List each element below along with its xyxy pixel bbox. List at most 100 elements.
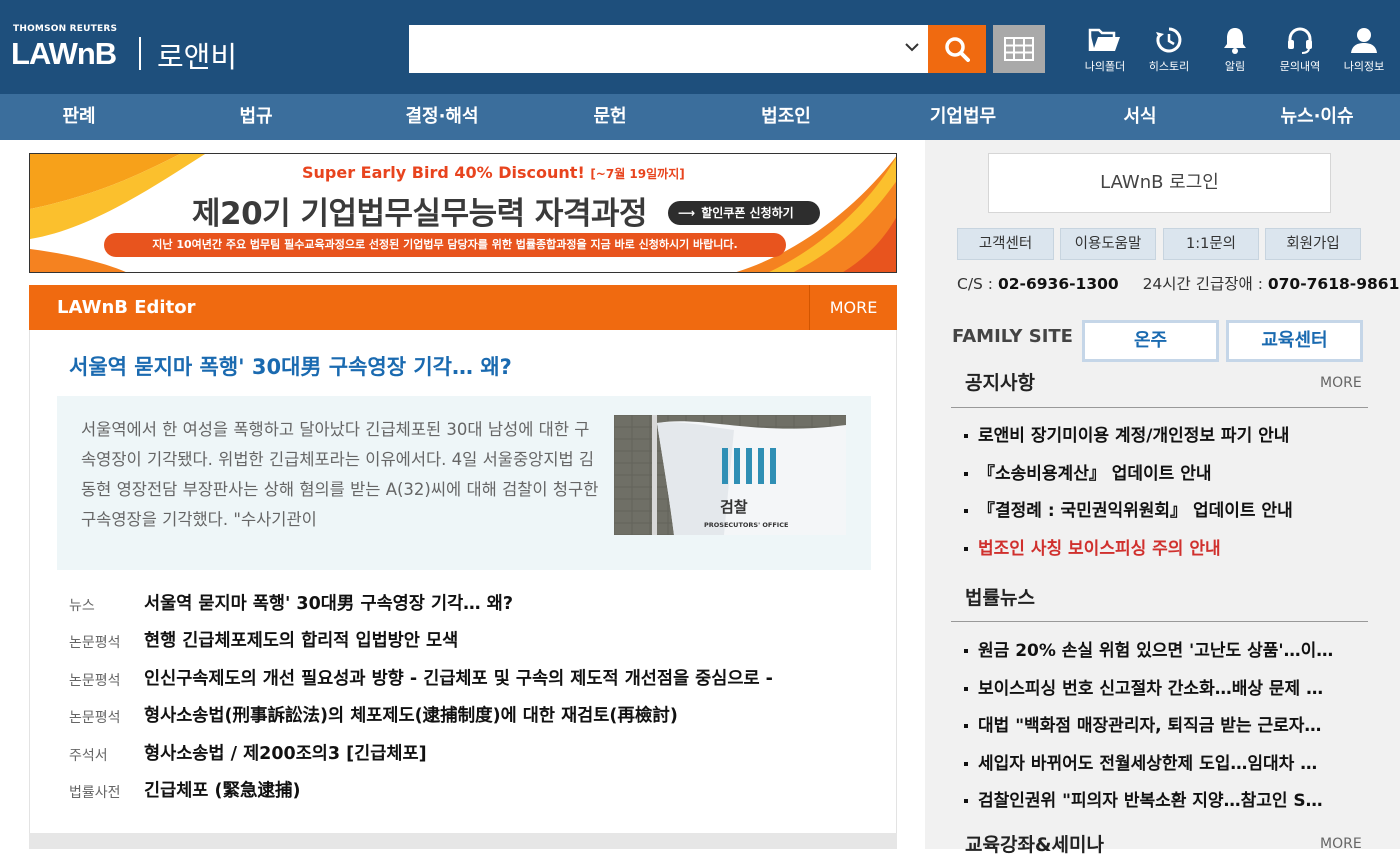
bullet-icon [964, 799, 968, 803]
banner-cta-button[interactable]: ⟶ 할인쿠폰 신청하기 [668, 201, 820, 225]
nav-item-news[interactable]: 뉴스·이슈 [1262, 94, 1372, 140]
grid-icon [1004, 37, 1034, 61]
my-folder-link[interactable]: 나의폴더 [1070, 26, 1140, 74]
bullet-icon [964, 472, 968, 476]
seminar-more-link[interactable]: MORE [1320, 836, 1362, 852]
related-title[interactable]: 긴급체포 (緊急逮捕) [144, 777, 301, 802]
inquiry-history-link[interactable]: 문의내역 [1265, 26, 1335, 74]
search-icon [945, 37, 970, 62]
nav-item-literature[interactable]: 문헌 [570, 94, 650, 140]
notice-item-text: 『결정례 : 국민권익위원회』 업데이트 안내 [978, 501, 1293, 521]
related-category: 논문평석 [69, 635, 121, 651]
inquiry-button[interactable]: 1:1문의 [1163, 228, 1259, 260]
banner-tagline-date: [~7월 19일까지] [590, 167, 685, 181]
news-item[interactable]: 원금 20% 손실 위험 있으면 '고난도 상품'…이… [964, 636, 1356, 661]
notice-item-text: 『소송비용계산』 업데이트 안내 [978, 464, 1212, 484]
editor-headline[interactable]: 서울역 묻지마 폭행' 30대男 구속영장 기각… 왜? [69, 351, 512, 381]
signup-button[interactable]: 회원가입 [1265, 228, 1361, 260]
notice-title: 공지사항 [965, 372, 1035, 394]
notice-item[interactable]: 『소송비용계산』 업데이트 안내 [964, 459, 1356, 484]
related-title[interactable]: 서울역 묻지마 폭행' 30대男 구속영장 기각… 왜? [144, 590, 513, 615]
brand-korean-name[interactable]: 로앤비 [157, 34, 237, 76]
cs-label: C/S : [957, 275, 998, 293]
legal-news-title: 법률뉴스 [965, 587, 1035, 609]
my-folder-label: 나의폴더 [1084, 60, 1126, 73]
search-input[interactable] [409, 25, 928, 73]
bullet-icon [964, 724, 968, 728]
prosecutors-flag-image: 검찰 PROSECUTORS' OFFICE [614, 415, 846, 535]
editor-summary: 서울역에서 한 여성을 폭행하고 달아났다 긴급체포된 30대 남성에 대한 구… [81, 420, 599, 529]
search-button[interactable] [928, 25, 986, 73]
notice-divider [951, 407, 1368, 408]
notice-item[interactable]: 『결정례 : 국민권익위원회』 업데이트 안내 [964, 496, 1356, 521]
chevron-down-icon[interactable] [904, 39, 920, 55]
nav-item-statutes[interactable]: 법규 [216, 94, 296, 140]
family-site-label: FAMILY SITE [952, 326, 1073, 347]
support-phones: C/S : 02-6936-1300 24시간 긴급장애 : 070-7618-… [957, 272, 1399, 294]
flag-sub-text: PROSECUTORS' OFFICE [704, 521, 788, 529]
next-section-edge [29, 833, 897, 849]
related-title[interactable]: 인신구속제도의 개선 필요성과 방향 - 긴급체포 및 구속의 제도적 개선점을… [144, 665, 773, 690]
nav-item-decisions[interactable]: 결정·해석 [382, 94, 502, 140]
news-item[interactable]: 세입자 바뀌어도 전월세상한제 도입…임대차 … [964, 749, 1356, 774]
bullet-icon [964, 687, 968, 691]
top-header: THOMSON REUTERS LAWnB 로앤비 나의폴더 히스토리 알림 문… [0, 0, 1400, 94]
brand-parent: THOMSON REUTERS [13, 24, 118, 34]
editor-title: LAWnB Editor [57, 297, 196, 318]
history-link[interactable]: 히스토리 [1134, 26, 1204, 74]
grid-menu-button[interactable] [993, 25, 1045, 73]
notification-link[interactable]: 알림 [1200, 26, 1270, 74]
my-info-label: 나의정보 [1343, 60, 1385, 73]
nav-item-lawyers[interactable]: 법조인 [746, 94, 826, 140]
bullet-icon [964, 509, 968, 513]
notice-item-text: 법조인 사칭 보이스피싱 주의 안내 [978, 539, 1221, 559]
related-category: 뉴스 [69, 598, 95, 614]
family-site-education[interactable]: 교육센터 [1226, 320, 1363, 362]
banner-subtitle: 지난 10여년간 주요 법무팀 필수교육과정으로 선정된 기업법무 담당자를 위… [104, 233, 786, 257]
news-item[interactable]: 검찰인권위 "피의자 반복소환 지양…참고인 S… [964, 786, 1356, 811]
nav-item-cases[interactable]: 판례 [39, 94, 119, 140]
editor-more-link[interactable]: MORE [810, 285, 897, 330]
notice-more-link[interactable]: MORE [1320, 375, 1362, 391]
editor-feature[interactable]: 서울역에서 한 여성을 폭행하고 달아났다 긴급체포된 30대 남성에 대한 구… [57, 396, 871, 570]
help-button[interactable]: 이용도움말 [1060, 228, 1156, 260]
related-title[interactable]: 현행 긴급체포제도의 합리적 입법방안 모색 [144, 627, 458, 652]
nav-item-corporate[interactable]: 기업법무 [913, 94, 1013, 140]
notice-item[interactable]: 로앤비 장기미이용 계정/개인정보 파기 안내 [964, 421, 1356, 446]
history-label: 히스토리 [1148, 60, 1190, 73]
bullet-icon [964, 547, 968, 551]
customer-center-button[interactable]: 고객센터 [957, 228, 1054, 260]
notification-label: 알림 [1224, 60, 1246, 73]
news-item-text: 검찰인권위 "피의자 반복소환 지양…참고인 S… [978, 791, 1323, 811]
related-title[interactable]: 형사소송법 / 제200조의3 [긴급체포] [144, 740, 427, 765]
banner-cta-label: 할인쿠폰 신청하기 [701, 206, 794, 220]
bullet-icon [964, 649, 968, 653]
news-item-text: 대법 "백화점 매장관리자, 퇴직금 받는 근로자… [978, 716, 1322, 736]
related-category: 논문평석 [69, 710, 121, 726]
login-button[interactable]: LAWnB 로그인 [988, 153, 1331, 213]
news-item-text: 원금 20% 손실 위험 있으면 '고난도 상품'…이… [978, 641, 1334, 661]
banner-title: 제20기 기업법무실무능력 자격과정 [192, 196, 648, 232]
related-title[interactable]: 형사소송법(刑事訴訟法)의 체포제도(逮捕制度)에 대한 재검토(再檢討) [144, 702, 678, 727]
nav-item-forms[interactable]: 서식 [1100, 94, 1180, 140]
cs-phone: 02-6936-1300 [997, 275, 1119, 293]
folder-icon [1088, 28, 1120, 51]
editor-feature-image: 검찰 PROSECUTORS' OFFICE [614, 415, 846, 535]
notice-item-highlight[interactable]: 법조인 사칭 보이스피싱 주의 안내 [964, 534, 1356, 559]
banner-tagline-text: Super Early Bird 40% Discount! [302, 163, 585, 182]
arrow-right-icon: ⟶ [678, 206, 696, 220]
news-divider [951, 621, 1368, 622]
news-item[interactable]: 보이스피싱 번호 신고절차 간소화…배상 문제 … [964, 674, 1356, 699]
family-site-onju[interactable]: 온주 [1082, 320, 1219, 362]
bell-icon [1224, 28, 1246, 54]
news-item[interactable]: 대법 "백화점 매장관리자, 퇴직금 받는 근로자… [964, 711, 1356, 736]
notice-item-text: 로앤비 장기미이용 계정/개인정보 파기 안내 [978, 426, 1290, 446]
promo-banner[interactable]: Super Early Bird 40% Discount! [~7월 19일까… [29, 153, 897, 273]
my-info-link[interactable]: 나의정보 [1329, 26, 1399, 74]
bullet-icon [964, 762, 968, 766]
headset-icon [1288, 27, 1312, 54]
history-icon [1156, 27, 1182, 53]
brand-logo[interactable]: LAWnB [11, 36, 117, 72]
main-nav: 판례 법규 결정·해석 문헌 법조인 기업법무 서식 뉴스·이슈 [0, 94, 1400, 140]
related-category: 주석서 [69, 748, 108, 764]
